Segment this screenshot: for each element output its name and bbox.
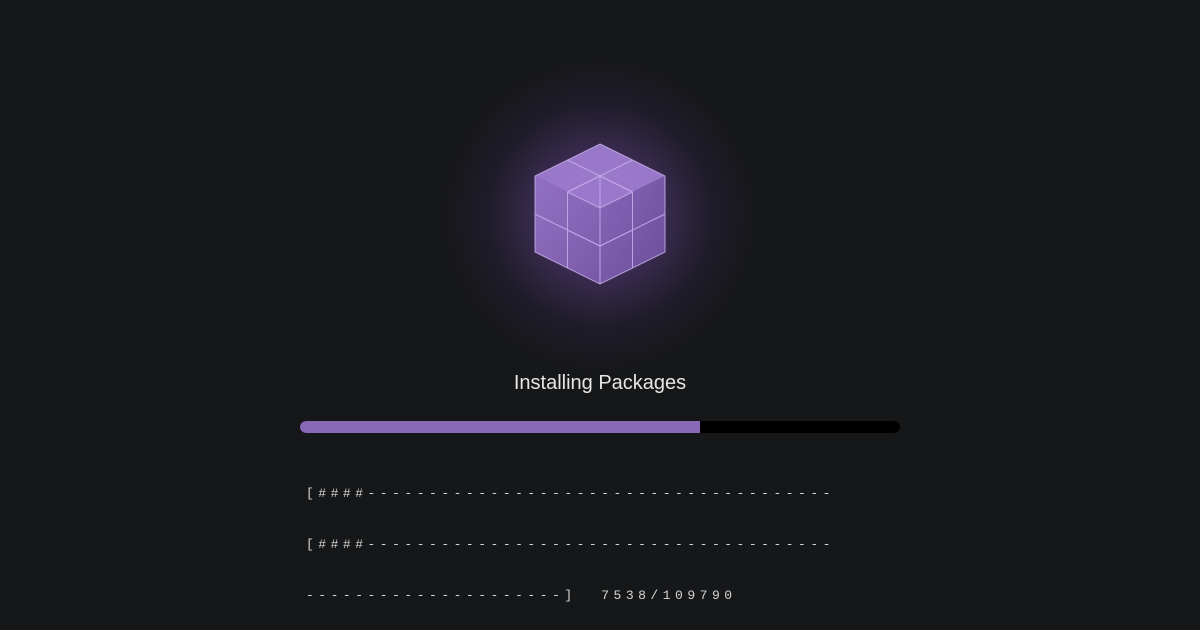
log-line: ---------------------] 7538/109790 [306,588,737,603]
log-line: [####-----------------------------------… [306,537,835,552]
progress-bar [300,421,900,433]
progress-bar-fill [300,421,701,433]
package-cube-icon [534,143,666,285]
log-line: [####-----------------------------------… [306,486,835,501]
install-log: [####-----------------------------------… [306,451,896,630]
installer-screen: Installing Packages [####---------------… [0,0,1200,630]
page-title: Installing Packages [513,372,687,394]
